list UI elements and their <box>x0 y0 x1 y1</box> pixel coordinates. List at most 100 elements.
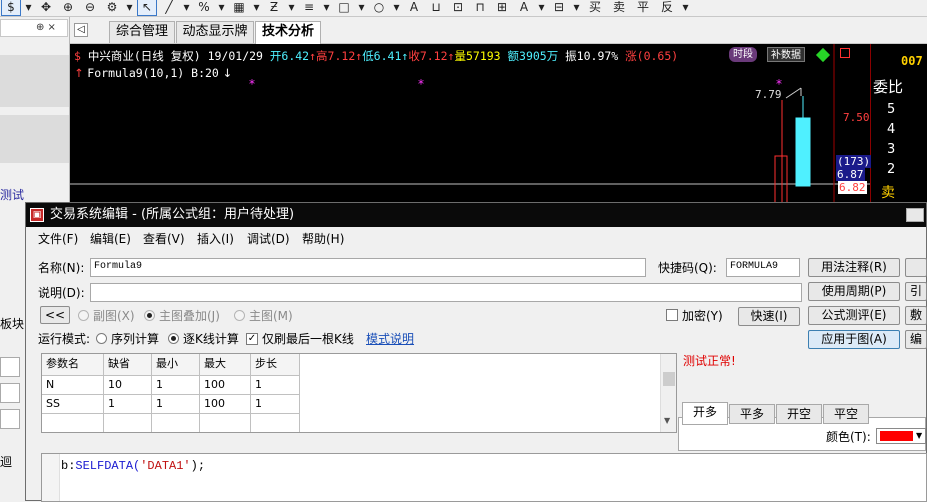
kline-calc-radio[interactable] <box>168 333 179 344</box>
fast-button[interactable]: 快速(I) <box>738 307 800 326</box>
scrollbar-thumb[interactable] <box>663 372 675 386</box>
toolbar-button[interactable]: ≡ <box>300 0 318 15</box>
table-cell[interactable]: N <box>42 376 104 395</box>
table-cell[interactable]: 1 <box>152 395 200 414</box>
tab-open-long[interactable]: 开多 <box>682 402 728 425</box>
sub-chart-radio[interactable] <box>78 310 89 321</box>
toolbar-button[interactable]: 买 <box>585 0 605 15</box>
toolbar-button[interactable]: ▾ <box>537 0 546 15</box>
menu-file[interactable]: 文件(F) <box>38 228 78 250</box>
toolbar-button[interactable]: ↖ <box>137 0 157 16</box>
tab-open-short[interactable]: 开空 <box>776 404 822 424</box>
menu-edit[interactable]: 编辑(E) <box>90 228 131 250</box>
table-scrollbar[interactable]: ▼ <box>660 354 676 432</box>
minimize-icon[interactable] <box>906 208 924 222</box>
left-panel-spin[interactable] <box>0 357 20 377</box>
toolbar-button[interactable]: A <box>515 0 533 15</box>
table-cell[interactable]: 1 <box>251 376 300 395</box>
mode-doc-link[interactable]: 模式说明 <box>366 331 414 347</box>
left-panel-spin[interactable] <box>0 409 20 429</box>
toolbar-button[interactable]: ⊟ <box>550 0 568 15</box>
toolbar-button[interactable]: % <box>195 0 213 15</box>
left-panel-item[interactable]: 板块 <box>0 316 24 332</box>
toolbar-button[interactable]: ▾ <box>357 0 366 15</box>
toolbar-button[interactable]: $ <box>1 0 21 16</box>
usage-period-button[interactable]: 使用周期(P) <box>808 282 900 301</box>
usage-notes-button[interactable]: 用法注释(R) <box>808 258 900 277</box>
table-cell[interactable]: SS <box>42 395 104 414</box>
left-panel-spin[interactable] <box>0 383 20 403</box>
description-input[interactable] <box>90 283 802 302</box>
table-cell[interactable] <box>104 414 152 432</box>
toolbar-button[interactable]: ▾ <box>252 0 261 15</box>
toolbar-button[interactable]: ▾ <box>572 0 581 15</box>
edge-button-3[interactable]: 敷 <box>905 306 927 325</box>
tab-dynamic-board[interactable]: 动态显示牌 <box>176 21 254 43</box>
edge-button-1[interactable] <box>905 258 927 277</box>
main-chart-radio[interactable] <box>234 310 245 321</box>
toolbar-button[interactable]: ▾ <box>182 0 191 15</box>
toolbar-button[interactable]: ⊓ <box>471 0 489 15</box>
color-picker[interactable]: ▼ <box>876 428 926 444</box>
table-cell[interactable]: 1 <box>152 376 200 395</box>
scroll-down-icon[interactable]: ▼ <box>664 416 670 425</box>
tab-overview[interactable]: 综合管理 <box>109 21 175 43</box>
toolbar-button[interactable]: A <box>405 0 423 15</box>
formula-evaluate-button[interactable]: 公式测评(E) <box>808 306 900 325</box>
toolbar-button[interactable]: 反 <box>657 0 677 15</box>
menu-debug[interactable]: 调试(D) <box>247 228 290 250</box>
toolbar-button[interactable]: ▦ <box>230 0 248 15</box>
formula-code-editor[interactable]: b:SELFDATA('DATA1'); <box>41 453 927 502</box>
toolbar-button[interactable]: Ƶ <box>265 0 283 15</box>
toolbar-button[interactable]: 平 <box>633 0 653 15</box>
toolbar-button[interactable]: 卖 <box>609 0 629 15</box>
toolbar-button[interactable]: ⊖ <box>81 0 99 15</box>
toolbar-button[interactable]: ⚙ <box>103 0 121 15</box>
last-kline-checkbox[interactable]: ✓ <box>246 333 258 345</box>
toolbar-button[interactable]: ⊔ <box>427 0 445 15</box>
toolbar-button[interactable]: ▾ <box>287 0 296 15</box>
toolbar-button[interactable]: ▾ <box>322 0 331 15</box>
table-cell[interactable]: 10 <box>104 376 152 395</box>
toolbar-button[interactable]: ○ <box>370 0 388 15</box>
main-overlay-radio[interactable] <box>144 310 155 321</box>
toolbar-button[interactable]: ✥ <box>37 0 55 15</box>
chevron-down-icon[interactable]: ▼ <box>916 429 922 443</box>
parameter-table[interactable]: 参数名 缺省 最小 最大 步长 N 10 1 100 1 SS 1 1 100 … <box>41 353 677 433</box>
left-panel-item[interactable]: 迴 <box>0 454 12 470</box>
table-cell[interactable] <box>251 414 300 432</box>
menu-insert[interactable]: 插入(I) <box>197 228 234 250</box>
table-cell[interactable] <box>42 414 104 432</box>
edge-button-4[interactable]: 编 <box>905 330 927 349</box>
table-cell[interactable]: 1 <box>251 395 300 414</box>
sequence-calc-radio[interactable] <box>96 333 107 344</box>
table-cell[interactable]: 1 <box>104 395 152 414</box>
table-cell[interactable] <box>200 414 251 432</box>
menu-view[interactable]: 查看(V) <box>143 228 185 250</box>
table-cell[interactable]: 100 <box>200 376 251 395</box>
toolbar-button[interactable]: □ <box>335 0 353 15</box>
toolbar-button[interactable]: ⊡ <box>449 0 467 15</box>
left-panel-item[interactable]: 测试 <box>0 187 24 203</box>
table-cell[interactable]: 100 <box>200 395 251 414</box>
tab-close-long[interactable]: 平多 <box>729 404 775 424</box>
edge-button-2[interactable]: 引 <box>905 282 927 301</box>
toolbar-button[interactable]: ▾ <box>24 0 33 15</box>
dialog-titlebar[interactable]: ▣ 交易系统编辑 - (所属公式组：用户待处理) <box>26 203 926 227</box>
pin-close-icon[interactable]: ⊕ × <box>36 22 56 33</box>
toolbar-button[interactable]: ╱ <box>160 0 178 15</box>
menu-help[interactable]: 帮助(H) <box>302 228 344 250</box>
toolbar-button[interactable]: ⊕ <box>59 0 77 15</box>
collapse-button[interactable]: << <box>40 306 70 324</box>
tab-technical-analysis[interactable]: 技术分析 <box>255 21 321 44</box>
toolbar-button[interactable]: ▾ <box>217 0 226 15</box>
tab-scroll-left-icon[interactable]: ◁ <box>74 23 88 37</box>
tab-close-short[interactable]: 平空 <box>823 404 869 424</box>
toolbar-button[interactable]: ⊞ <box>493 0 511 15</box>
shortcut-input[interactable]: FORMULA9 <box>726 258 800 277</box>
toolbar-button[interactable]: ▾ <box>681 0 690 15</box>
name-input[interactable]: Formula9 <box>90 258 646 277</box>
kline-chart[interactable]: $ 中兴商业(日线 复权) 19/01/29 开6.42↑高7.12↑低6.41… <box>70 44 870 204</box>
apply-to-chart-button[interactable]: 应用于图(A) <box>808 330 900 349</box>
table-cell[interactable] <box>152 414 200 432</box>
